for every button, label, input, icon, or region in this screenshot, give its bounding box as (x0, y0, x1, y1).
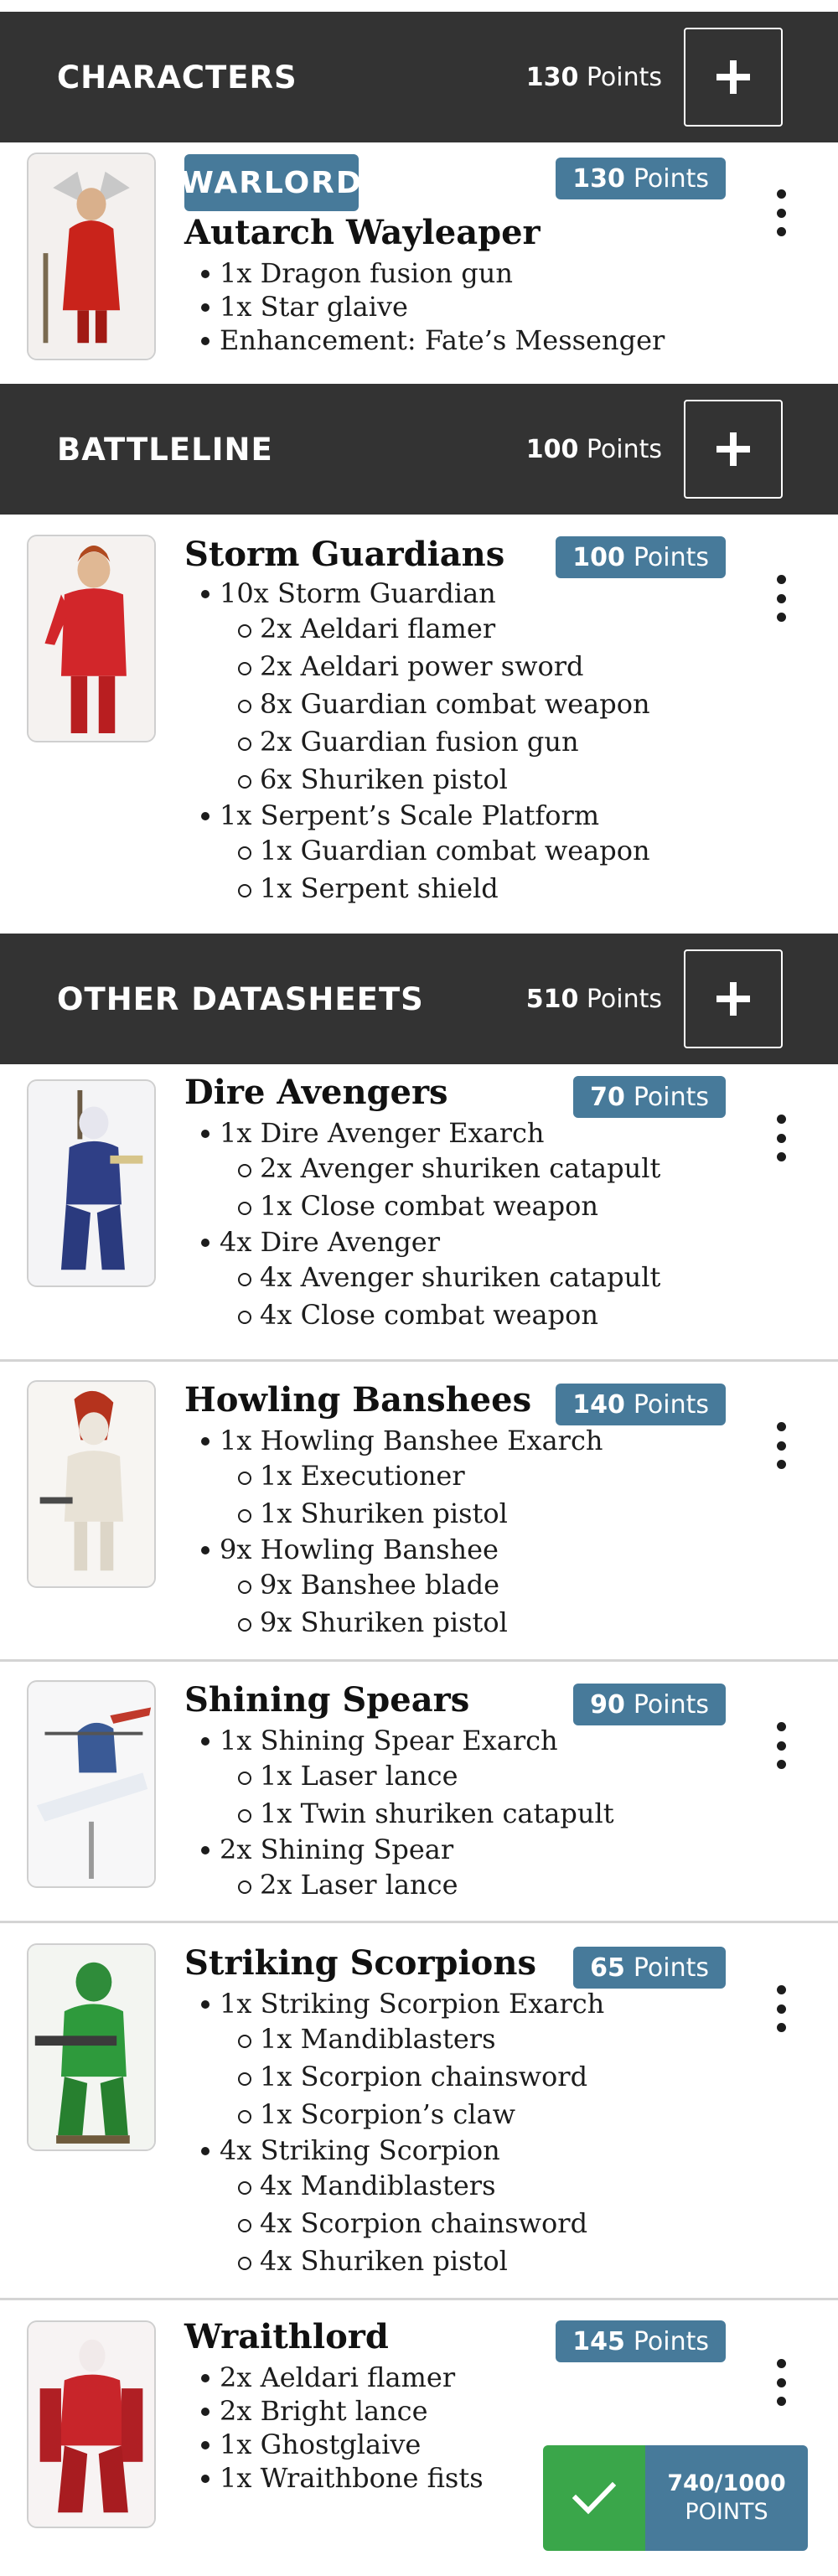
section-header-battleline: BATTLELINE 100 Points (0, 384, 838, 515)
wargear-line: 4x Striking Scorpion (200, 2134, 604, 2167)
more-options-icon[interactable] (771, 1422, 791, 1469)
section-points: 100 Points (525, 434, 662, 464)
wargear-line: 1x Dragon fusion gun (200, 256, 665, 290)
more-options-icon[interactable] (771, 2359, 791, 2406)
unit-card-striking-scorpions[interactable]: Striking Scorpions 65 Points 1x Striking … (0, 1921, 838, 2298)
unit-card-dire-avengers[interactable]: Dire Avengers 70 Points 1x Dire Avenger E… (0, 1064, 838, 1359)
unit-image (27, 1680, 156, 1888)
unit-card-howling-banshees[interactable]: Howling Banshees 140 Points 1x Howling Ba… (0, 1359, 838, 1659)
more-options-icon[interactable] (771, 1985, 791, 2032)
wargear-subline: 8x Guardian combat weapon (238, 685, 650, 723)
section-header-characters: CHARACTERS 130 Points (0, 12, 838, 142)
wargear-subline: 1x Shuriken pistol (237, 1495, 603, 1533)
points-badge: 130 Points (556, 158, 726, 199)
points-badge: 140 Points (556, 1384, 726, 1425)
wargear-line: 4x Dire Avenger (200, 1225, 660, 1259)
wargear-subline: 4x Mandiblasters (237, 2167, 604, 2205)
wargear-subline: 2x Guardian fusion gun (238, 723, 650, 761)
wargear-line: Enhancement: Fate’s Messenger (200, 324, 665, 356)
add-unit-button[interactable] (684, 400, 783, 499)
wargear-subline: 2x Avenger shuriken catapult (237, 1150, 660, 1187)
wargear-line: 2x Shining Spear (201, 1833, 614, 1866)
more-options-icon[interactable] (771, 1722, 791, 1769)
unit-name: Dire Avengers (184, 1073, 448, 1112)
total-points-label: POINTS (685, 2499, 768, 2525)
wargear-subline: 2x Aeldari flamer (238, 610, 650, 648)
wargear-line: 1x Ghostglaive (201, 2428, 484, 2461)
unit-image (27, 1943, 156, 2151)
unit-card-shining-spears[interactable]: Shining Spears 90 Points 1x Shining Spear… (0, 1659, 838, 1921)
points-badge: 70 Points (573, 1076, 726, 1118)
total-points-bar[interactable]: 740/1000 POINTS (543, 2445, 808, 2551)
unit-name: Howling Banshees (184, 1380, 532, 1420)
wargear-subline: 9x Shuriken pistol (237, 1604, 603, 1642)
section-title: OTHER DATASHEETS (57, 980, 424, 1017)
unit-name: Striking Scorpions (184, 1943, 536, 1983)
wargear-subline: 1x Guardian combat weapon (238, 832, 650, 870)
wargear-subline: 6x Shuriken pistol (238, 761, 650, 799)
plus-icon (716, 432, 750, 466)
unit-card-storm-guardians[interactable]: Storm Guardians 100 Points 10x Storm Guar… (0, 515, 838, 934)
section-points: 130 Points (525, 62, 662, 92)
wargear-line: 2x Aeldari flamer (201, 2361, 484, 2394)
wargear-subline: 1x Scorpion’s claw (237, 2096, 604, 2134)
wargear-line: 10x Storm Guardian (201, 577, 650, 610)
wargear-subline: 1x Executioner (237, 1457, 603, 1495)
wargear-subline: 1x Mandiblasters (237, 2020, 604, 2058)
wargear-subline: 1x Laser lance (238, 1757, 614, 1795)
wargear-line: 1x Striking Scorpion Exarch (200, 1988, 605, 2020)
wargear-subline: 2x Laser lance (238, 1866, 614, 1904)
unit-card-autarch-wayleaper[interactable]: WARLORD 130 Points Autarch Wayleaper 1x D… (0, 142, 838, 384)
wargear-line: 1x Wraithbone fists (201, 2462, 484, 2494)
wargear-subline: 1x Close combat weapon (237, 1187, 660, 1225)
more-options-icon[interactable] (771, 1115, 791, 1161)
wargear-subline: 1x Serpent shield (238, 870, 650, 908)
wargear-subline: 4x Close combat weapon (237, 1296, 660, 1334)
unit-image (27, 153, 156, 360)
wargear-subline: 1x Twin shuriken catapult (238, 1795, 614, 1833)
unit-name: Storm Guardians (184, 535, 505, 574)
more-options-icon[interactable] (771, 575, 791, 622)
unit-image (27, 535, 156, 742)
wargear-line: 1x Howling Banshee Exarch (200, 1425, 603, 1456)
plus-icon (716, 982, 750, 1016)
unit-image (27, 2320, 156, 2528)
wargear-subline: 4x Avenger shuriken catapult (237, 1259, 660, 1296)
unit-name: Autarch Wayleaper (184, 213, 541, 252)
wargear-subline: 4x Scorpion chainsword (237, 2205, 604, 2242)
wargear-line: 1x Serpent’s Scale Platform (201, 799, 650, 832)
wargear-line: 1x Dire Avenger Exarch (200, 1116, 660, 1150)
section-title: CHARACTERS (57, 59, 297, 96)
wargear-subline: 2x Aeldari power sword (238, 648, 650, 685)
confirm-button[interactable] (543, 2445, 645, 2551)
wargear-subline: 4x Shuriken pistol (237, 2242, 604, 2280)
wargear-line: 1x Shining Spear Exarch (201, 1724, 614, 1757)
add-unit-button[interactable] (684, 949, 783, 1048)
unit-image (27, 1079, 156, 1287)
unit-name: Shining Spears (184, 1680, 470, 1720)
unit-name: Wraithlord (184, 2317, 389, 2356)
points-badge: 65 Points (573, 1947, 726, 1989)
warlord-badge: WARLORD (180, 154, 361, 211)
section-header-other-datasheets: OTHER DATASHEETS 510 Points (0, 934, 838, 1064)
points-badge: 145 Points (556, 2320, 726, 2362)
add-unit-button[interactable] (684, 28, 783, 127)
total-points: 740/1000 POINTS (645, 2445, 808, 2551)
wargear-line: 1x Star glaive (200, 290, 665, 323)
wargear-line: 2x Bright lance (201, 2394, 484, 2428)
checkmark-icon (572, 2481, 616, 2515)
more-options-icon[interactable] (771, 189, 791, 236)
total-points-value: 740/1000 (667, 2470, 786, 2496)
unit-image (27, 1380, 156, 1588)
points-badge: 90 Points (573, 1684, 726, 1725)
points-badge: 100 Points (556, 536, 726, 578)
wargear-subline: 1x Scorpion chainsword (237, 2058, 604, 2096)
wargear-subline: 9x Banshee blade (237, 1566, 603, 1604)
section-points: 510 Points (525, 984, 662, 1014)
wargear-line: 9x Howling Banshee (200, 1533, 603, 1566)
section-title: BATTLELINE (57, 431, 273, 468)
plus-icon (716, 60, 750, 94)
